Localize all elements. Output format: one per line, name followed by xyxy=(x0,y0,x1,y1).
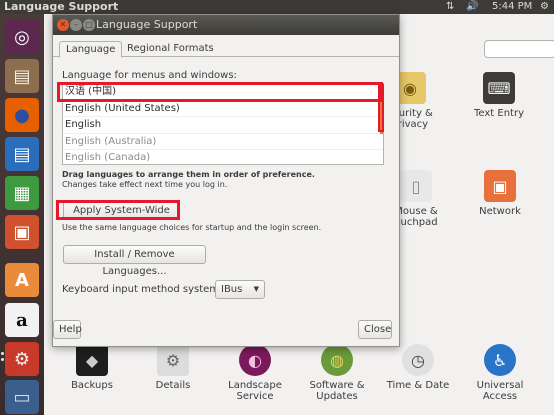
minimize-icon[interactable]: – xyxy=(70,19,82,31)
list-item[interactable]: English (United States) xyxy=(63,101,383,117)
settings-item-text-entry[interactable]: ⌨ Text Entry xyxy=(459,72,539,119)
tab-bar: Language Regional Formats xyxy=(53,35,399,58)
settings-item-label: Service xyxy=(236,391,274,402)
network-icon: ▣ xyxy=(484,170,516,202)
list-item[interactable]: 汉语 (中国) xyxy=(63,84,383,101)
settings-item-backups[interactable]: ◆ Backups xyxy=(52,344,132,391)
settings-item-network[interactable]: ▣ Network xyxy=(460,170,540,217)
dialog-titlebar[interactable]: ✕ – □ Language Support xyxy=(53,15,399,35)
backups-icon: ◆ xyxy=(76,344,108,376)
clock-icon: ◷ xyxy=(402,344,434,376)
calc-icon[interactable]: ▦ xyxy=(5,176,39,210)
settings-item-label: Network xyxy=(479,206,521,217)
close-window-icon[interactable]: ✕ xyxy=(57,19,69,31)
keyboard-input-select[interactable]: IBus ▼ xyxy=(215,280,265,299)
universal-access-icon: ♿ xyxy=(484,344,516,376)
top-panel: Language Support ⇅ 🔊 5:44 PM ⚙ xyxy=(0,0,554,14)
settings-item-software-updates[interactable]: ◍ Software & Updates xyxy=(297,344,377,402)
firefox-icon[interactable]: ● xyxy=(5,98,39,132)
settings-item-label: Updates xyxy=(316,391,358,402)
system-settings-icon[interactable]: ⚙ xyxy=(5,342,39,376)
close-button[interactable]: Close xyxy=(358,320,392,339)
keyboard-icon: ⌨ xyxy=(483,72,515,104)
running-indicator xyxy=(1,358,4,361)
software-updates-icon: ◍ xyxy=(321,344,353,376)
chevron-down-icon: ▼ xyxy=(253,285,259,293)
list-item[interactable]: English xyxy=(63,117,383,134)
keyboard-input-label: Keyboard input method system: xyxy=(62,284,223,295)
install-remove-languages-button[interactable]: Install / Remove Languages... xyxy=(63,245,206,277)
active-window-title: Language Support xyxy=(4,0,119,13)
settings-item-label: Universal xyxy=(476,380,524,391)
apply-note: Use the same language choices for startu… xyxy=(62,223,322,232)
details-icon: ⚙ xyxy=(157,344,189,376)
settings-item-time-date[interactable]: ◷ Time & Date xyxy=(378,344,458,391)
amazon-icon[interactable]: a xyxy=(5,303,39,337)
tab-regional-formats[interactable]: Regional Formats xyxy=(121,41,220,58)
language-list-heading: Language for menus and windows: xyxy=(62,70,237,81)
settings-item-label: Access xyxy=(482,391,518,402)
search-input[interactable] xyxy=(484,40,554,58)
keyboard-input-value: IBus xyxy=(221,284,243,295)
list-scrollbar[interactable] xyxy=(380,84,383,134)
settings-item-label: Details xyxy=(155,380,191,391)
running-indicator xyxy=(1,352,4,355)
drag-note: Changes take effect next time you log in… xyxy=(62,180,228,189)
language-list[interactable]: 汉语 (中国) English (United States) English … xyxy=(62,83,384,165)
network-icon[interactable]: ⇅ xyxy=(446,0,454,14)
writer-icon[interactable]: ▤ xyxy=(5,137,39,171)
clock-time[interactable]: 5:44 PM xyxy=(492,0,532,14)
landscape-icon: ◐ xyxy=(239,344,271,376)
settings-item-label: Software & xyxy=(309,380,365,391)
ubuntu-logo-icon[interactable]: ◎ xyxy=(5,20,39,54)
software-center-icon[interactable]: A xyxy=(5,263,39,297)
launcher: ◎ ▤ ● ▤ ▦ ▣ A a ⚙ ▭ xyxy=(0,14,44,415)
help-button[interactable]: Help xyxy=(53,320,82,339)
workspace-icon[interactable]: ▭ xyxy=(5,380,39,414)
settings-item-universal-access[interactable]: ♿ Universal Access xyxy=(460,344,540,402)
maximize-icon[interactable]: □ xyxy=(83,19,95,31)
drag-instruction: Drag languages to arrange them in order … xyxy=(62,170,315,179)
volume-icon[interactable]: 🔊 xyxy=(466,0,478,14)
dialog-title: Language Support xyxy=(96,18,198,31)
settings-item-label: Backups xyxy=(71,380,113,391)
files-icon[interactable]: ▤ xyxy=(5,59,39,93)
impress-icon[interactable]: ▣ xyxy=(5,215,39,249)
settings-item-landscape[interactable]: ◐ Landscape Service xyxy=(215,344,295,402)
list-item[interactable]: English (Australia) xyxy=(63,134,383,150)
gear-icon[interactable]: ⚙ xyxy=(540,0,549,14)
apply-system-wide-button[interactable]: Apply System-Wide xyxy=(63,201,180,220)
list-item[interactable]: English (Canada) xyxy=(63,150,383,164)
language-support-dialog: ✕ – □ Language Support Language Regional… xyxy=(52,14,400,347)
tab-language[interactable]: Language xyxy=(59,41,123,58)
settings-item-label: Text Entry xyxy=(473,108,524,119)
settings-item-details[interactable]: ⚙ Details xyxy=(133,344,213,391)
settings-item-label: Landscape xyxy=(228,380,282,391)
settings-item-label: Time & Date xyxy=(386,380,450,391)
mouse-icon: ▯ xyxy=(400,170,432,202)
